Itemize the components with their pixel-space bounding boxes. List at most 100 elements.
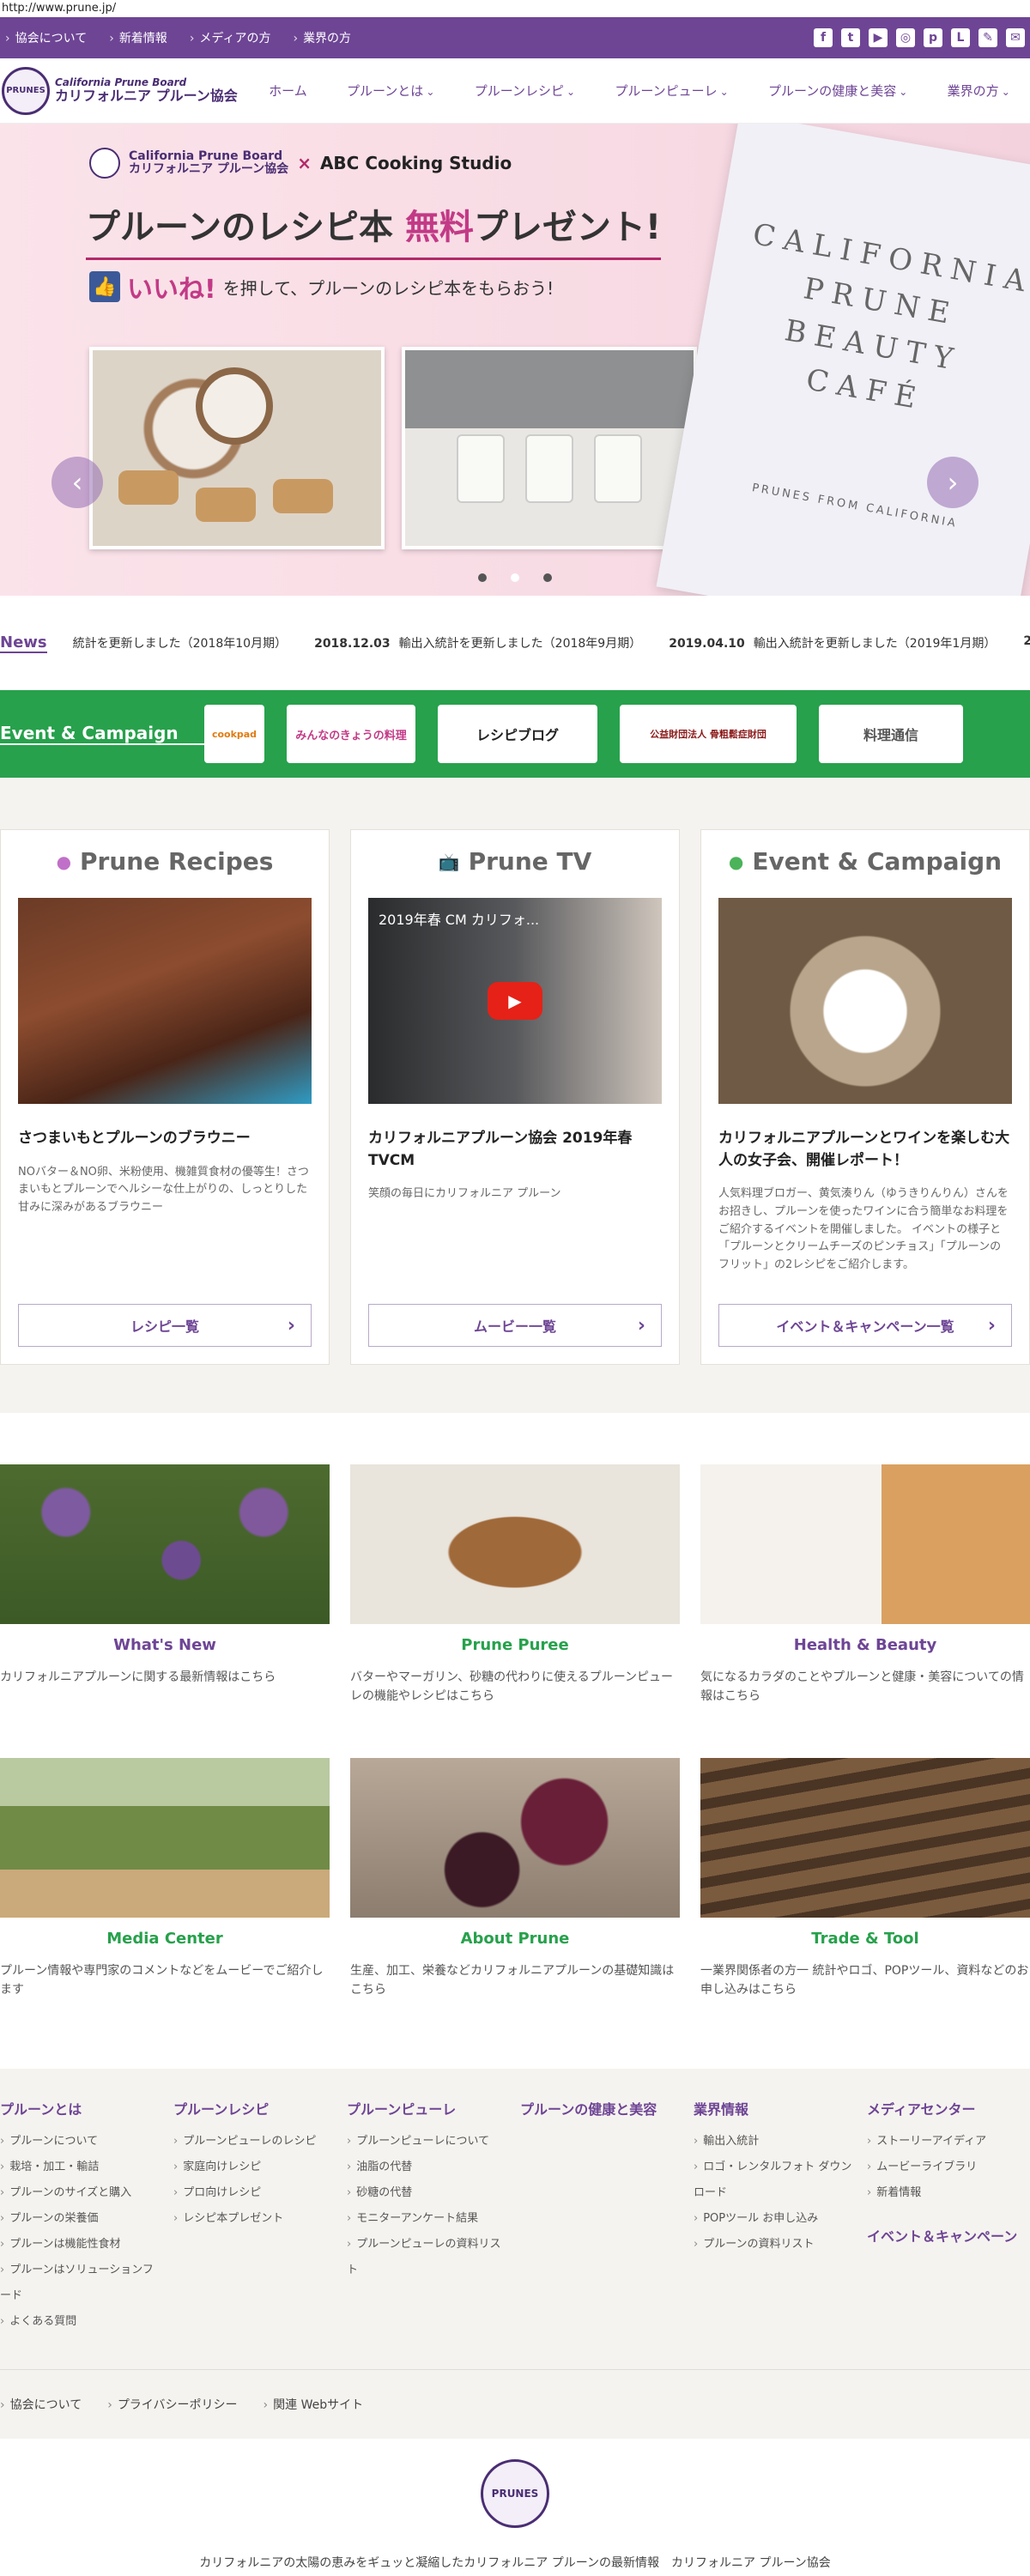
main-navigation: PRUNES California Prune Board カリフォルニア プル…	[0, 58, 1030, 124]
footer-link[interactable]: プロ向けレシピ	[173, 2180, 336, 2206]
tile-image[interactable]	[350, 1757, 680, 1918]
card-heading[interactable]: カリフォルニアプルーンとワインを楽しむ大人の女子会、開催レポート！	[718, 1128, 1012, 1172]
tile-name[interactable]: Prune Puree	[350, 1636, 680, 1654]
footer-link[interactable]: プルーンはソリューションフード	[0, 2258, 163, 2309]
utility-link[interactable]: メディアの方	[190, 29, 270, 46]
footer-column-title[interactable]: プルーンの健康と美容	[520, 2098, 683, 2118]
tile-name[interactable]: What's New	[0, 1636, 330, 1654]
footer-column-title[interactable]: プルーンピューレ	[347, 2098, 510, 2118]
footer-columns: プルーンとはプルーンについて栽培・加工・輸詰プルーンのサイズと購入プルーンの栄養…	[0, 2098, 1030, 2369]
footer-link[interactable]: プルーンのサイズと購入	[0, 2180, 163, 2206]
card-heading[interactable]: カリフォルニアプルーン協会 2019年春TVCM	[368, 1128, 662, 1172]
partner-logo[interactable]: 料理通信	[819, 705, 963, 763]
category-tile[interactable]: Media Center プルーン情報や専門家のコメントなどをムービーでご紹介しま…	[0, 1757, 330, 2000]
footer-bottom-link[interactable]: プライバシーポリシー	[107, 2396, 238, 2413]
tile-image[interactable]	[0, 1464, 330, 1624]
site-logo[interactable]: PRUNES California Prune Board カリフォルニア プル…	[0, 58, 249, 124]
nav-item[interactable]: 業界の方	[948, 82, 1010, 100]
partner-logo[interactable]: cookpad	[204, 705, 264, 763]
card-list-button[interactable]: レシピ一覧	[18, 1304, 312, 1347]
footer-link[interactable]: 砂糖の代替	[347, 2180, 510, 2206]
card-image[interactable]: 2019年春 CM カリフォ... ▶	[368, 898, 662, 1104]
partner-logo[interactable]: みんなのきょうの料理	[287, 705, 415, 763]
facebook-icon[interactable]: f	[814, 28, 833, 47]
category-tile[interactable]: About Prune 生産、加工、栄養などカリフォルニアプルーンの基礎知識はこち…	[350, 1757, 680, 2000]
footer-link[interactable]: レシピ本プレゼント	[173, 2206, 336, 2232]
utility-link[interactable]: 協会について	[5, 29, 88, 46]
nav-item[interactable]: プルーンピューレ	[615, 82, 728, 100]
play-button-icon[interactable]: ▶	[488, 982, 542, 1020]
footer-link[interactable]: プルーンについて	[0, 2129, 163, 2155]
footer-link[interactable]: 栽培・加工・輸詰	[0, 2155, 163, 2180]
news-item[interactable]: 2018.12.03 輸出入統計を更新しました（2018年9月期）	[314, 634, 641, 652]
carousel-prev-button[interactable]: ‹	[52, 457, 103, 508]
footer-link[interactable]: 新着情報	[867, 2180, 1030, 2206]
tile-name[interactable]: Trade & Tool	[700, 1930, 1030, 1948]
footer-seal-logo[interactable]: PRUNES	[481, 2458, 549, 2528]
card-image[interactable]	[718, 898, 1012, 1104]
footer-column-title[interactable]: プルーンレシピ	[173, 2098, 336, 2118]
utility-link[interactable]: 新着情報	[109, 29, 167, 46]
category-tile[interactable]: Prune Puree バターやマーガリン、砂糖の代わりに使えるプルーンピューレの…	[350, 1464, 680, 1706]
mail-icon[interactable]: ✉	[1006, 28, 1025, 47]
partner-logo[interactable]: 公益財団法人 骨粗鬆症財団	[620, 705, 797, 763]
tile-image[interactable]	[700, 1757, 1030, 1918]
twitter-icon[interactable]: t	[841, 28, 860, 47]
nav-item[interactable]: プルーンの健康と美容	[768, 82, 907, 100]
tile-name[interactable]: Media Center	[0, 1930, 330, 1948]
footer-link[interactable]: ストーリーアイディア	[867, 2129, 1030, 2155]
pen-icon[interactable]: ✎	[978, 28, 997, 47]
line-icon[interactable]: L	[951, 28, 970, 47]
news-item[interactable]: 統計を更新しました（2018年10月期）	[73, 634, 287, 652]
footer-column-title[interactable]: メディアセンター	[867, 2098, 1030, 2118]
news-item[interactable]: 2019.03.18	[1023, 634, 1030, 652]
footer-link[interactable]: POPツール お申し込み	[694, 2206, 857, 2232]
tile-image[interactable]	[350, 1464, 680, 1624]
footer-bottom-link[interactable]: 関連 Webサイト	[264, 2396, 363, 2413]
card-image[interactable]	[18, 898, 312, 1104]
tile-image[interactable]	[0, 1757, 330, 1918]
card-list-button[interactable]: イベント＆キャンペーン一覧	[718, 1304, 1012, 1347]
nav-item[interactable]: プルーンとは	[347, 82, 434, 100]
news-label[interactable]: News	[0, 633, 47, 653]
footer-link[interactable]: 家庭向けレシピ	[173, 2155, 336, 2180]
nav-item[interactable]: ホーム	[269, 82, 307, 100]
category-tile[interactable]: Trade & Tool 一業界関係者の方一 統計やロゴ、POPツール、資料などの…	[700, 1757, 1030, 2000]
card-list-button[interactable]: ムービー一覧	[368, 1304, 662, 1347]
carousel-dot[interactable]	[543, 573, 552, 582]
news-item[interactable]: 2019.04.10 輸出入統計を更新しました（2019年1月期）	[669, 634, 996, 652]
footer-link[interactable]: プルーンピューレの資料リスト	[347, 2232, 510, 2283]
tile-name[interactable]: About Prune	[350, 1930, 680, 1948]
category-tile[interactable]: Health & Beauty 気になるカラダのことやプルーンと健康・美容について…	[700, 1464, 1030, 1706]
tile-image[interactable]	[700, 1464, 1030, 1624]
footer-link[interactable]: 輸出入統計	[694, 2129, 857, 2155]
footer-link[interactable]: プルーンの栄養価	[0, 2206, 163, 2232]
footer-column-title[interactable]: 業界情報	[694, 2098, 857, 2118]
card-heading[interactable]: さつまいもとプルーンのブラウニー	[18, 1128, 312, 1150]
tile-description: カリフォルニアプルーンに関する最新情報はこちら	[0, 1670, 276, 1684]
footer-link[interactable]: ロゴ・レンタルフォト ダウンロード	[694, 2155, 857, 2206]
utility-link[interactable]: 業界の方	[293, 29, 351, 46]
pinterest-icon[interactable]: p	[924, 28, 942, 47]
footer-link[interactable]: ムービーライブラリ	[867, 2155, 1030, 2180]
footer-bottom-link[interactable]: 協会について	[0, 2396, 82, 2413]
carousel-dot-active[interactable]	[511, 573, 519, 582]
footer-link[interactable]: プルーンの資料リスト	[694, 2232, 857, 2258]
footer-link[interactable]: プルーンピューレのレシピ	[173, 2129, 336, 2155]
footer-column-title[interactable]: プルーンとは	[0, 2098, 163, 2118]
footer-link[interactable]: モニターアンケート結果	[347, 2206, 510, 2232]
carousel-dot[interactable]	[478, 573, 487, 582]
event-strip-label[interactable]: Event & Campaign	[0, 723, 204, 745]
footer-link[interactable]: プルーンは機能性食材	[0, 2232, 163, 2258]
footer-link[interactable]: 油脂の代替	[347, 2155, 510, 2180]
footer-column-title[interactable]: イベント＆キャンペーン	[867, 2225, 1030, 2246]
carousel-next-button[interactable]: ›	[927, 457, 978, 508]
footer-link[interactable]: プルーンピューレについて	[347, 2129, 510, 2155]
footer-link[interactable]: よくある質問	[0, 2309, 163, 2335]
category-tile[interactable]: What's New カリフォルニアプルーンに関する最新情報はこちら	[0, 1464, 330, 1706]
youtube-icon[interactable]: ▶	[869, 28, 888, 47]
nav-item[interactable]: プルーンレシピ	[475, 82, 575, 100]
tile-name[interactable]: Health & Beauty	[700, 1636, 1030, 1654]
partner-logo[interactable]: レシピブログ	[438, 705, 597, 763]
instagram-icon[interactable]: ◎	[896, 28, 915, 47]
